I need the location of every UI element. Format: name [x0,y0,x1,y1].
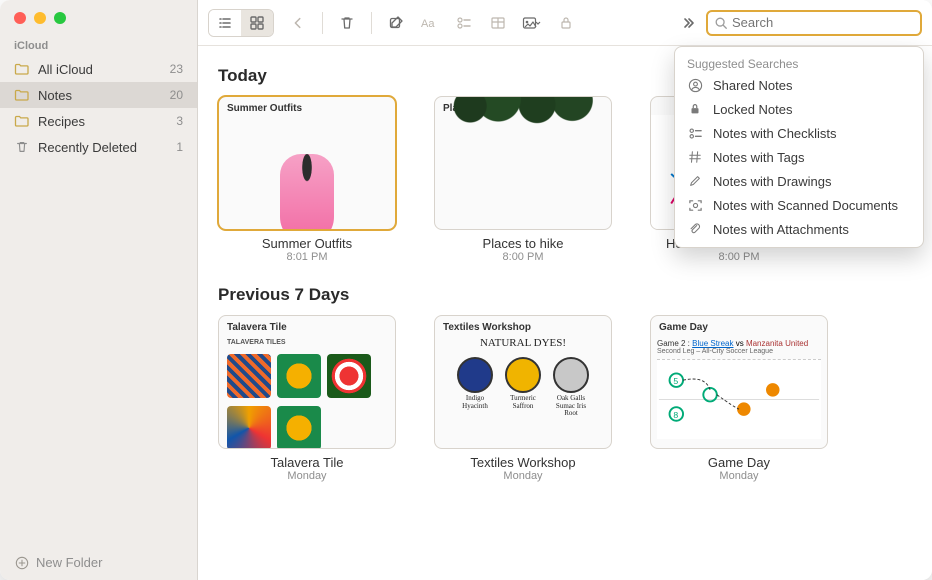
note-card[interactable]: Textiles WorkshopNATURAL DYES!Indigo Hya… [434,315,612,482]
suggestion-label: Notes with Scanned Documents [713,198,898,213]
sidebar-item-label: Notes [38,88,170,103]
divider [322,12,323,34]
note-card[interactable]: Places to hikePlaces to hike8:00 PM [434,96,612,263]
sidebar: iCloud All iCloud23Notes20Recipes3Recent… [0,0,198,580]
toolbar: Aa [198,0,932,46]
sidebar-item-recipes[interactable]: Recipes3 [0,108,197,134]
suggestion-notes-with-drawings[interactable]: Notes with Drawings [675,169,923,193]
window-controls [0,0,197,32]
note-card[interactable]: Talavera TileTALAVERA TILESTalavera Tile… [218,315,396,482]
note-thumbnail: Textiles WorkshopNATURAL DYES!Indigo Hya… [434,315,612,449]
sidebar-item-count: 1 [176,140,183,154]
sidebar-item-recently-deleted[interactable]: Recently Deleted1 [0,134,197,160]
format-button[interactable]: Aa [414,10,446,36]
search-icon [714,16,728,30]
note-thumbnail: Places to hike [434,96,612,230]
divider [371,12,372,34]
folder-icon [14,62,30,76]
suggestion-label: Locked Notes [713,102,793,117]
sidebar-item-label: Recently Deleted [38,140,176,155]
sidebar-item-all-icloud[interactable]: All iCloud23 [0,56,197,82]
note-time: 8:01 PM [218,251,396,263]
note-thumbnail: Summer Outfits [218,96,396,230]
main-panel: Aa TodaySummer OutfitsSummer Outfits8:01… [198,0,932,580]
sidebar-item-label: Recipes [38,114,176,129]
suggestion-notes-with-attachments[interactable]: Notes with Attachments [675,217,923,241]
svg-text:5: 5 [673,376,678,386]
suggestion-notes-with-checklists[interactable]: Notes with Checklists [675,121,923,145]
search-field[interactable] [706,10,922,36]
sidebar-item-count: 20 [170,88,183,102]
suggestions-header: Suggested Searches [675,53,923,73]
overflow-button[interactable] [672,10,704,36]
trash-icon [14,140,30,154]
sidebar-item-count: 23 [170,62,183,76]
list-view-button[interactable] [209,10,241,36]
thumb-title: Textiles Workshop [435,316,611,335]
group-header: Previous 7 Days [218,285,912,305]
gallery-view-button[interactable] [241,10,273,36]
minimize-window-button[interactable] [34,12,46,24]
suggestion-label: Notes with Attachments [713,222,849,237]
note-thumbnail: Talavera TileTALAVERA TILES [218,315,396,449]
note-title: Summer Outfits [218,236,396,251]
close-window-button[interactable] [14,12,26,24]
folder-icon [14,114,30,128]
svg-text:Aa: Aa [421,18,435,30]
lock-button[interactable] [550,10,582,36]
delete-button[interactable] [331,10,363,36]
back-button[interactable] [282,10,314,36]
note-title: Textiles Workshop [434,455,612,470]
note-time: 8:00 PM [434,251,612,263]
suggestion-locked-notes[interactable]: Locked Notes [675,97,923,121]
thumb-title: Talavera Tile [219,316,395,335]
checklist-button[interactable] [448,10,480,36]
sidebar-item-count: 3 [176,114,183,128]
hash-icon [687,149,703,165]
note-time: 8:00 PM [650,251,828,263]
media-button[interactable] [516,10,548,36]
lock-icon [687,101,703,117]
new-folder-label: New Folder [36,555,102,570]
note-title: Places to hike [434,236,612,251]
suggestion-label: Notes with Drawings [713,174,832,189]
view-switcher [208,9,274,37]
checklist-icon [687,125,703,141]
note-card[interactable]: Summer OutfitsSummer Outfits8:01 PM [218,96,396,263]
thumb-title: Summer Outfits [219,97,395,116]
folder-icon [14,88,30,102]
plus-circle-icon [14,556,30,570]
note-title: Talavera Tile [218,455,396,470]
note-time: Monday [218,470,396,482]
sidebar-section-label: iCloud [0,32,197,56]
paperclip-icon [687,221,703,237]
note-card[interactable]: Game DayGame 2 : Blue Streak vs Manzanit… [650,315,828,482]
note-title: Game Day [650,455,828,470]
suggestion-notes-with-tags[interactable]: Notes with Tags [675,145,923,169]
suggestion-label: Notes with Checklists [713,126,837,141]
thumb-title: Game Day [651,316,827,335]
note-time: Monday [434,470,612,482]
card-grid: Talavera TileTALAVERA TILESTalavera Tile… [218,315,912,482]
svg-text:8: 8 [673,410,678,420]
suggestion-notes-with-scanned-documents[interactable]: Notes with Scanned Documents [675,193,923,217]
pencil-icon [687,173,703,189]
suggestion-shared-notes[interactable]: Shared Notes [675,73,923,97]
search-input[interactable] [732,15,914,30]
compose-button[interactable] [380,10,412,36]
scan-icon [687,197,703,213]
new-folder-button[interactable]: New Folder [0,545,197,580]
note-time: Monday [650,470,828,482]
suggestion-label: Notes with Tags [713,150,805,165]
search-suggestions-popover: Suggested Searches Shared Notes Locked No… [674,46,924,248]
table-button[interactable] [482,10,514,36]
note-thumbnail: Game DayGame 2 : Blue Streak vs Manzanit… [650,315,828,449]
zoom-window-button[interactable] [54,12,66,24]
person-circle-icon [687,77,703,93]
sidebar-item-notes[interactable]: Notes20 [0,82,197,108]
app-window: iCloud All iCloud23Notes20Recipes3Recent… [0,0,932,580]
sidebar-item-label: All iCloud [38,62,170,77]
suggestion-label: Shared Notes [713,78,793,93]
